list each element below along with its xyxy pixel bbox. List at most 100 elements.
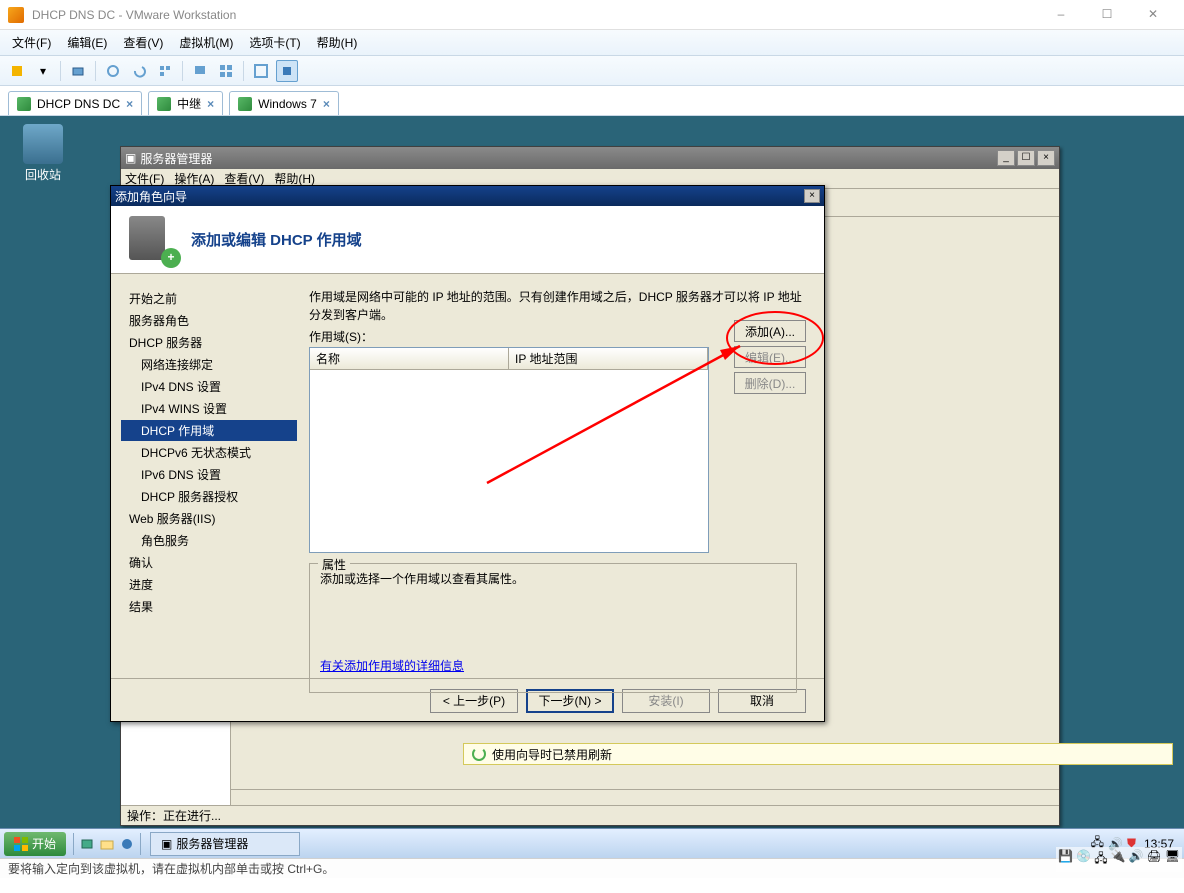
scope-list-label: 作用域(S)： <box>309 328 806 345</box>
recycle-bin[interactable]: 回收站 <box>18 124 68 183</box>
wizard-nav-item[interactable]: IPv4 DNS 设置 <box>121 376 297 397</box>
snapshot-icon[interactable] <box>67 60 89 82</box>
menu-help[interactable]: 帮助(H) <box>311 31 364 54</box>
wizard-nav-item[interactable]: DHCPv6 无状态模式 <box>121 442 297 463</box>
wizard-nav-item[interactable]: 角色服务 <box>121 530 297 551</box>
wizard-title: 添加角色向导 <box>115 188 804 205</box>
col-name[interactable]: 名称 <box>310 348 509 369</box>
refresh-spinner-icon <box>472 747 486 761</box>
wizard-nav-item[interactable]: 进度 <box>121 574 297 595</box>
power-dropdown-icon[interactable]: ▾ <box>32 60 54 82</box>
snapshot-manage-icon[interactable] <box>154 60 176 82</box>
server-manager-titlebar[interactable]: ▣ 服务器管理器 _ ☐ × <box>121 147 1059 169</box>
device-hdd-icon[interactable]: 💾 <box>1058 849 1073 870</box>
snapshot-take-icon[interactable] <box>102 60 124 82</box>
wizard-nav-item[interactable]: 结果 <box>121 596 297 617</box>
show-desktop-icon[interactable] <box>77 834 97 854</box>
view-console-icon[interactable] <box>189 60 211 82</box>
add-button[interactable]: 添加(A)... <box>734 320 806 342</box>
fullscreen-icon[interactable] <box>250 60 272 82</box>
server-manager-title: 服务器管理器 <box>136 150 995 167</box>
server-manager-icon: ▣ <box>125 151 136 165</box>
wizard-close-icon[interactable]: × <box>804 189 820 203</box>
device-sound-icon[interactable]: 🔊 <box>1129 849 1144 870</box>
horizontal-scrollbar[interactable] <box>231 789 1059 805</box>
menu-tabs[interactable]: 选项卡(T) <box>243 31 306 54</box>
maximize-button[interactable]: ☐ <box>1084 0 1130 30</box>
tab-label: DHCP DNS DC <box>37 97 120 111</box>
vmware-title: DHCP DNS DC - VMware Workstation <box>32 8 1038 22</box>
recycle-bin-label: 回收站 <box>18 166 68 183</box>
device-printer-icon[interactable]: 🖨 <box>1147 849 1162 870</box>
ie-icon[interactable] <box>117 834 137 854</box>
wizard-server-icon: + <box>129 216 177 264</box>
wizard-nav-item[interactable]: 开始之前 <box>121 288 297 309</box>
windows-icon <box>14 837 28 851</box>
start-label: 开始 <box>32 835 56 852</box>
vm-icon <box>238 97 252 111</box>
vm-desktop[interactable]: 回收站 ▣ 服务器管理器 _ ☐ × 文件(F) 操作(A) 查看(V) 帮助(… <box>0 116 1184 858</box>
menu-view[interactable]: 查看(V) <box>117 31 169 54</box>
snapshot-revert-icon[interactable] <box>128 60 150 82</box>
menu-vm[interactable]: 虚拟机(M) <box>173 31 239 54</box>
close-button[interactable]: ✕ <box>1130 0 1176 30</box>
device-network-icon[interactable]: 🖧 <box>1094 849 1107 870</box>
wizard-nav-item[interactable]: DHCP 作用域 <box>121 420 297 441</box>
tab-relay[interactable]: 中继 × <box>148 91 223 115</box>
col-ip-range[interactable]: IP 地址范围 <box>509 348 708 369</box>
scope-table[interactable]: 名称 IP 地址范围 <box>309 347 709 553</box>
menu-edit[interactable]: 编辑(E) <box>61 31 113 54</box>
delete-button: 删除(D)... <box>734 372 806 394</box>
wizard-description: 作用域是网络中可能的 IP 地址的范围。只有创建作用域之后，DHCP 服务器才可… <box>309 288 806 324</box>
device-usb-icon[interactable]: 🔌 <box>1111 849 1126 870</box>
vmware-icon <box>8 7 24 23</box>
menu-file[interactable]: 文件(F) <box>6 31 57 54</box>
more-info-link[interactable]: 有关添加作用域的详细信息 <box>320 657 464 674</box>
view-thumbnails-icon[interactable] <box>215 60 237 82</box>
device-cd-icon[interactable]: 💿 <box>1076 849 1091 870</box>
wizard-heading: 添加或编辑 DHCP 作用域 <box>191 229 362 250</box>
sm-minimize-button[interactable]: _ <box>997 150 1015 166</box>
status-text: 操作：正在进行... <box>127 807 221 824</box>
wizard-titlebar[interactable]: 添加角色向导 × <box>111 186 824 206</box>
properties-group: 属性 添加或选择一个作用域以查看其属性。 有关添加作用域的详细信息 <box>309 563 797 693</box>
wizard-nav-item[interactable]: Web 服务器(IIS) <box>121 508 297 529</box>
wizard-nav-item[interactable]: DHCP 服务器 <box>121 332 297 353</box>
tab-label: 中继 <box>177 95 201 112</box>
refresh-disabled-bar: 使用向导时已禁用刷新 <box>463 743 1173 765</box>
server-manager-icon: ▣ <box>161 837 172 851</box>
device-display-icon[interactable]: 🖥 <box>1165 849 1180 870</box>
host-hint-bar: 要将输入定向到该虚拟机，请在虚拟机内部单击或按 Ctrl+G。 <box>0 858 1184 878</box>
unity-icon[interactable] <box>276 60 298 82</box>
vm-icon <box>17 97 31 111</box>
start-button[interactable]: 开始 <box>4 832 66 856</box>
power-on-icon[interactable] <box>6 60 28 82</box>
wizard-header: + 添加或编辑 DHCP 作用域 <box>111 206 824 274</box>
wizard-nav-item[interactable]: 服务器角色 <box>121 310 297 331</box>
recycle-bin-icon <box>23 124 63 164</box>
close-tab-icon[interactable]: × <box>323 97 330 111</box>
wizard-nav-item[interactable]: IPv6 DNS 设置 <box>121 464 297 485</box>
vmware-menubar: 文件(F) 编辑(E) 查看(V) 虚拟机(M) 选项卡(T) 帮助(H) <box>0 30 1184 56</box>
close-tab-icon[interactable]: × <box>207 97 214 111</box>
tab-dhcp-dns-dc[interactable]: DHCP DNS DC × <box>8 91 142 115</box>
close-tab-icon[interactable]: × <box>126 97 133 111</box>
vmware-tabstrip: DHCP DNS DC × 中继 × Windows 7 × <box>0 86 1184 116</box>
task-server-manager[interactable]: ▣ 服务器管理器 <box>150 832 300 856</box>
properties-hint: 添加或选择一个作用域以查看其属性。 <box>320 570 786 587</box>
tab-label: Windows 7 <box>258 97 317 111</box>
wizard-nav-item[interactable]: IPv4 WINS 设置 <box>121 398 297 419</box>
wizard-main: 作用域是网络中可能的 IP 地址的范围。只有创建作用域之后，DHCP 服务器才可… <box>301 274 824 678</box>
wizard-nav-item[interactable]: 确认 <box>121 552 297 573</box>
explorer-icon[interactable] <box>97 834 117 854</box>
wizard-nav-item[interactable]: DHCP 服务器授权 <box>121 486 297 507</box>
sm-close-button[interactable]: × <box>1037 150 1055 166</box>
minimize-button[interactable]: – <box>1038 0 1084 30</box>
edit-button: 编辑(E)... <box>734 346 806 368</box>
sm-maximize-button[interactable]: ☐ <box>1017 150 1035 166</box>
host-device-tray: 💾 💿 🖧 🔌 🔊 🖨 🖥 <box>1056 847 1182 872</box>
guest-taskbar: 开始 ▣ 服务器管理器 🖧 🔊 ⛊ 13:57 <box>0 828 1184 858</box>
host-hint-text: 要将输入定向到该虚拟机，请在虚拟机内部单击或按 Ctrl+G。 <box>8 860 334 877</box>
tab-windows7[interactable]: Windows 7 × <box>229 91 339 115</box>
wizard-nav-item[interactable]: 网络连接绑定 <box>121 354 297 375</box>
